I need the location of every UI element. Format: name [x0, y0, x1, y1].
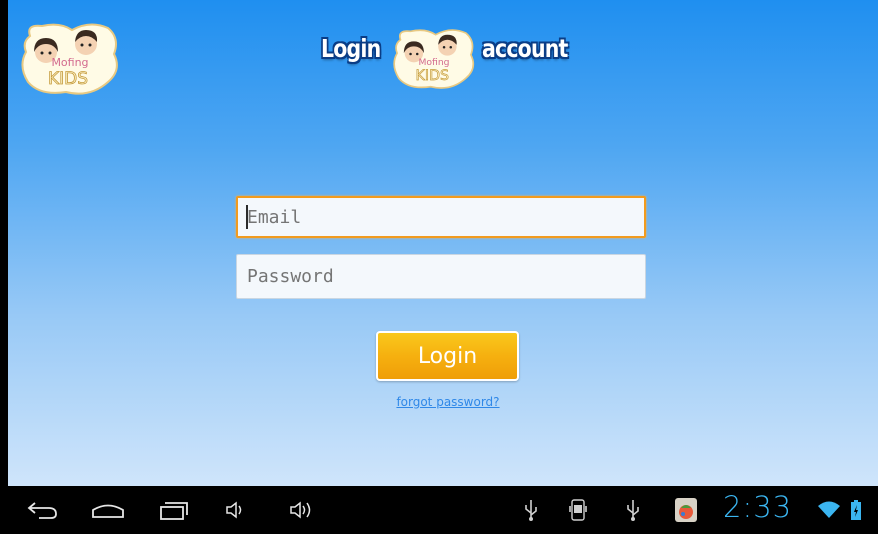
volume-up-icon[interactable] [288, 486, 318, 534]
title-logo-text-bottom: KIDS [416, 68, 450, 84]
title-account-word: account [482, 34, 568, 63]
password-field[interactable] [236, 254, 646, 299]
login-screen: Mofing KIDS Login Mofing KIDS account Em… [8, 0, 878, 486]
forgot-password-link[interactable]: forgot password? [375, 395, 521, 409]
login-button[interactable]: Login [376, 331, 519, 381]
status-clock: 2:33 [723, 490, 793, 524]
system-bar: 2:33 [0, 486, 878, 534]
title-login-word: Login [321, 34, 381, 63]
home-icon[interactable] [88, 486, 128, 534]
text-caret [246, 205, 248, 229]
volume-down-icon[interactable] [224, 486, 248, 534]
usb-icon-2 [624, 486, 642, 534]
back-icon[interactable] [22, 486, 62, 534]
page-title: Login Mofing KIDS account [8, 28, 878, 90]
usb-icon [522, 486, 540, 534]
battery-charging-icon [848, 486, 864, 534]
device-screen: Mofing KIDS Login Mofing KIDS account Em… [0, 0, 878, 534]
android-debug-icon [567, 486, 589, 534]
wifi-icon [816, 486, 842, 534]
title-logo: Mofing KIDS [391, 28, 477, 90]
recent-apps-icon[interactable] [156, 486, 192, 534]
app-notification-icon [672, 486, 700, 534]
title-logo-text-top: Mofing [418, 57, 449, 68]
email-field[interactable] [236, 196, 646, 238]
